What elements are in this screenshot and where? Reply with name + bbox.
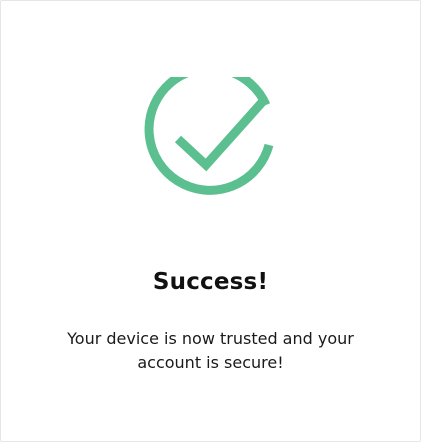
success-dialog: Success! Your device is now trusted and … — [0, 0, 421, 442]
success-message-line-2: account is secure! — [137, 353, 284, 372]
success-title: Success! — [152, 269, 269, 295]
success-check-icon — [141, 77, 283, 209]
success-message-line-1: Your device is now trusted and your — [67, 329, 354, 348]
success-message: Your device is now trusted and your acco… — [31, 327, 390, 375]
